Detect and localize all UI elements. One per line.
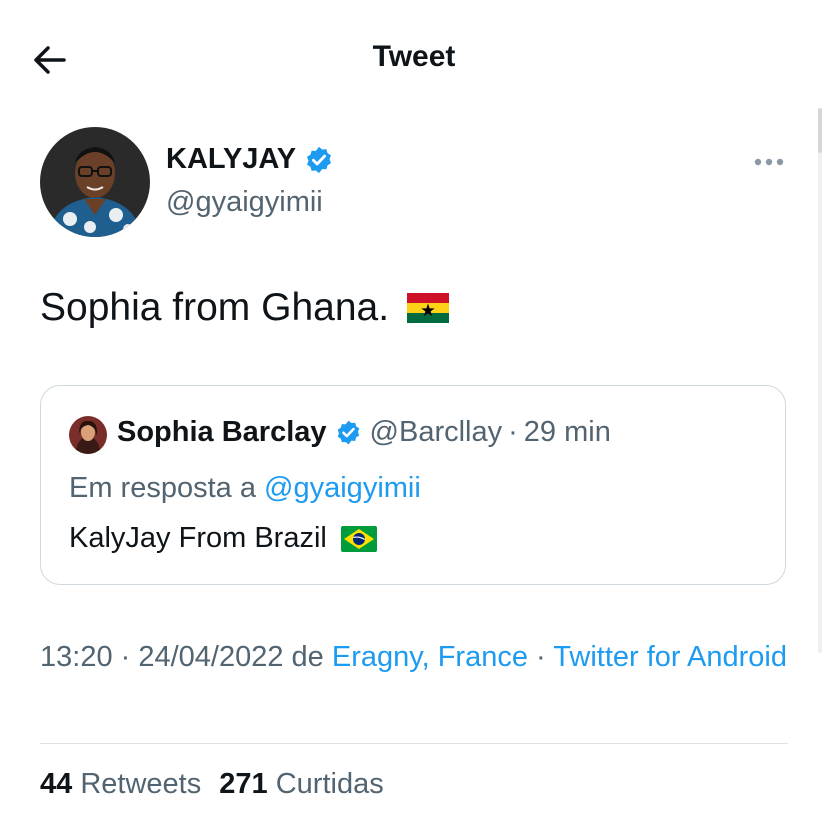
tweet-text-row: Sophia from Ghana. [40,286,450,330]
tweet-metadata: 13:20 · 24/04/2022 de Eragny, France · T… [40,636,800,678]
meta-separator: · [536,641,546,673]
verified-badge-icon [307,146,332,173]
verified-badge-icon [337,420,359,445]
quoted-separator: · [508,416,518,448]
likes-count: 271 [219,768,268,800]
tweet-text: Sophia from Ghana. [40,286,390,329]
author-handle[interactable]: @gyaigyimii [166,186,323,219]
quoted-text-row: KalyJay From Brazil [69,522,377,555]
more-options-icon[interactable] [752,150,786,174]
likes-label: Curtidas [275,768,384,800]
location-link[interactable]: Eragny, France [332,641,528,673]
avatar[interactable] [40,127,150,237]
timestamp[interactable]: 13:20 · 24/04/2022 [40,641,283,673]
reply-context: Em resposta a @gyaigyimii [69,472,421,505]
scrollbar-track[interactable] [818,108,822,653]
quoted-text: KalyJay From Brazil [69,522,327,554]
scrollbar-thumb[interactable] [818,108,822,153]
flag-ghana-icon [407,293,450,323]
author-name-row[interactable]: KALYJAY [166,143,334,176]
likes-stat[interactable]: 271 Curtidas [219,768,383,800]
retweets-stat[interactable]: 44 Retweets [40,768,209,800]
retweets-count: 44 [40,768,73,800]
quoted-author-handle[interactable]: @Barcllay [370,416,503,449]
quoted-time: 29 min [523,416,611,448]
location-prefix: de [291,641,324,673]
source-link[interactable]: Twitter for Android [553,641,787,673]
tweet-stats: 44 Retweets 271 Curtidas [40,768,394,801]
reply-to-link[interactable]: @gyaigyimii [264,472,421,504]
quoted-author-name[interactable]: Sophia Barclay [117,416,327,449]
reply-prefix: Em resposta a [69,472,256,504]
header: Tweet [0,0,828,120]
divider [40,743,788,744]
page-title: Tweet [372,40,456,73]
retweets-label: Retweets [80,768,202,800]
author-name[interactable]: KALYJAY [166,143,296,176]
quoted-avatar[interactable] [69,416,107,454]
quoted-author-row: Sophia Barclay @Barcllay · 29 min [117,416,611,449]
quoted-tweet-card[interactable]: Sophia Barclay @Barcllay · 29 min Em res… [40,385,786,585]
flag-brazil-icon [340,525,377,552]
